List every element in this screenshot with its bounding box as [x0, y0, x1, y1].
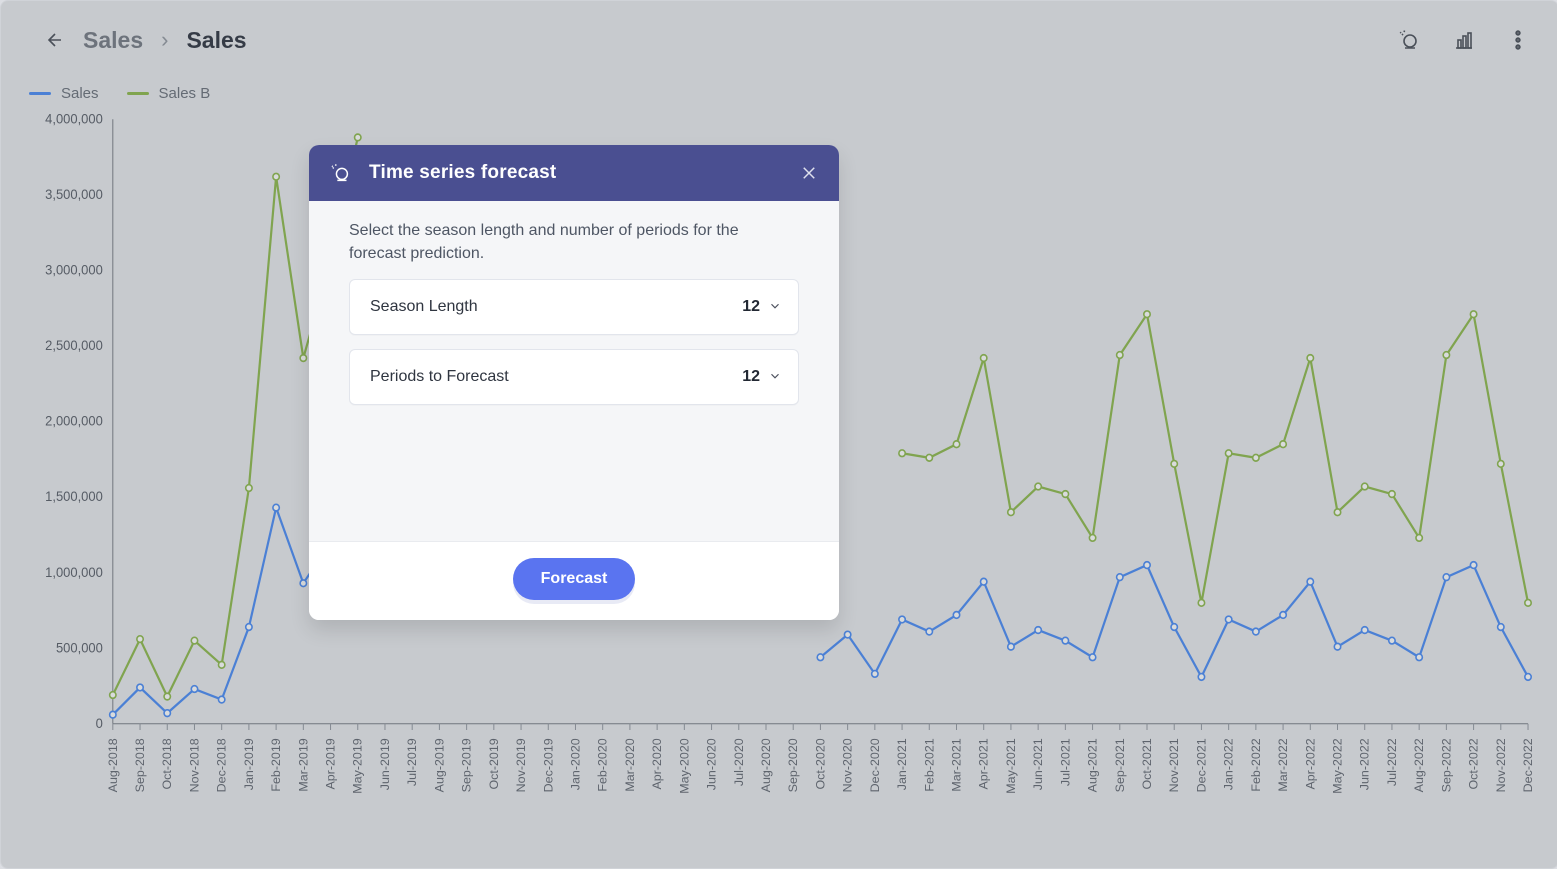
crystal-ball-icon — [327, 159, 355, 187]
season-length-label: Season Length — [370, 298, 478, 316]
periods-value: 12 — [742, 368, 760, 386]
dialog-header: Time series forecast — [309, 145, 839, 201]
season-length-field[interactable]: Season Length 12 — [349, 279, 799, 335]
dialog-footer: Forecast — [309, 541, 839, 620]
dialog-title: Time series forecast — [369, 162, 556, 184]
forecast-button[interactable]: Forecast — [513, 558, 636, 600]
app-window: Sales › Sales Sales Sales B — [0, 0, 1557, 869]
forecast-dialog: Time series forecast Select the season l… — [309, 145, 839, 620]
dialog-description: Select the season length and number of p… — [349, 219, 799, 265]
chevron-down-icon — [768, 369, 784, 385]
close-icon[interactable] — [797, 161, 821, 185]
periods-label: Periods to Forecast — [370, 368, 509, 386]
dialog-body: Select the season length and number of p… — [309, 201, 839, 411]
chevron-down-icon — [768, 299, 784, 315]
season-length-value: 12 — [742, 298, 760, 316]
periods-field[interactable]: Periods to Forecast 12 — [349, 349, 799, 405]
